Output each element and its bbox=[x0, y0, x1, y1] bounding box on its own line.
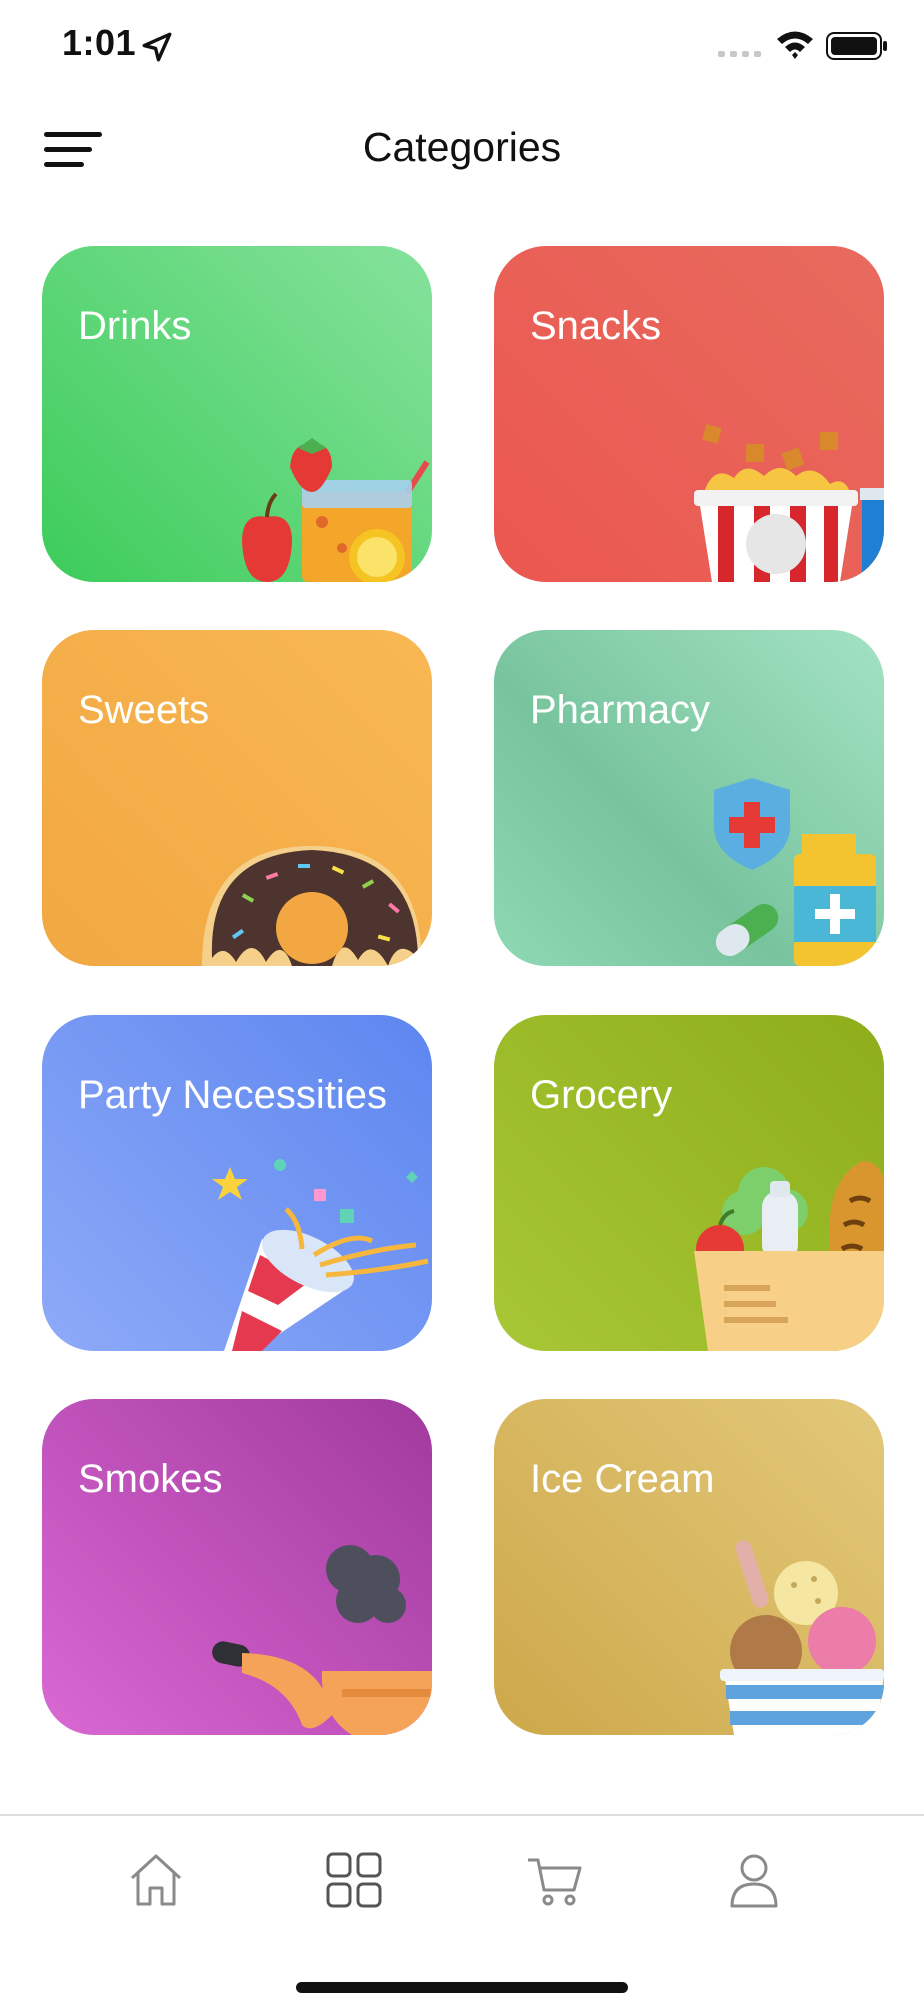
home-indicator bbox=[296, 1982, 628, 1993]
category-card-pharmacy[interactable]: Pharmacy bbox=[494, 630, 884, 966]
tab-bar bbox=[0, 1814, 924, 2002]
wifi-icon bbox=[777, 31, 813, 59]
profile-icon[interactable] bbox=[724, 1850, 784, 1910]
category-card-ice-cream[interactable]: Ice Cream bbox=[494, 1399, 884, 1735]
cart-icon[interactable] bbox=[524, 1850, 584, 1910]
pipe-icon bbox=[212, 1545, 432, 1735]
drink-fruit-icon bbox=[242, 438, 430, 582]
category-card-grocery[interactable]: Grocery bbox=[494, 1015, 884, 1351]
party-popper-icon bbox=[212, 1159, 429, 1351]
category-card-party-necessities[interactable]: Party Necessities bbox=[42, 1015, 432, 1351]
category-card-smokes[interactable]: Smokes bbox=[42, 1399, 432, 1735]
category-label: Sweets bbox=[78, 688, 210, 732]
grocery-bag-icon bbox=[694, 1161, 884, 1351]
grid-icon[interactable] bbox=[324, 1850, 384, 1910]
status-time: 1:01 bbox=[62, 22, 137, 63]
category-card-snacks[interactable]: Snacks bbox=[494, 246, 884, 582]
category-label: Ice Cream bbox=[530, 1457, 715, 1501]
category-card-sweets[interactable]: Sweets bbox=[42, 630, 432, 966]
signal-icon bbox=[718, 51, 761, 57]
location-arrow-icon bbox=[142, 32, 172, 62]
medicine-icon bbox=[714, 778, 876, 966]
app-header: Categories bbox=[0, 92, 924, 212]
category-label: Party Necessities bbox=[78, 1073, 387, 1117]
category-label: Smokes bbox=[78, 1457, 223, 1501]
ice-cream-icon bbox=[720, 1540, 884, 1735]
category-label: Pharmacy bbox=[530, 688, 711, 732]
status-bar: 1:01 bbox=[0, 0, 924, 92]
home-icon[interactable] bbox=[126, 1850, 186, 1910]
category-label: Grocery bbox=[530, 1073, 673, 1117]
battery-icon bbox=[826, 32, 887, 60]
category-card-drinks[interactable]: Drinks bbox=[42, 246, 432, 582]
page-title: Categories bbox=[362, 124, 562, 170]
popcorn-icon bbox=[694, 424, 884, 582]
category-label: Snacks bbox=[530, 304, 662, 348]
category-label: Drinks bbox=[78, 304, 192, 348]
donut-icon bbox=[202, 846, 422, 966]
